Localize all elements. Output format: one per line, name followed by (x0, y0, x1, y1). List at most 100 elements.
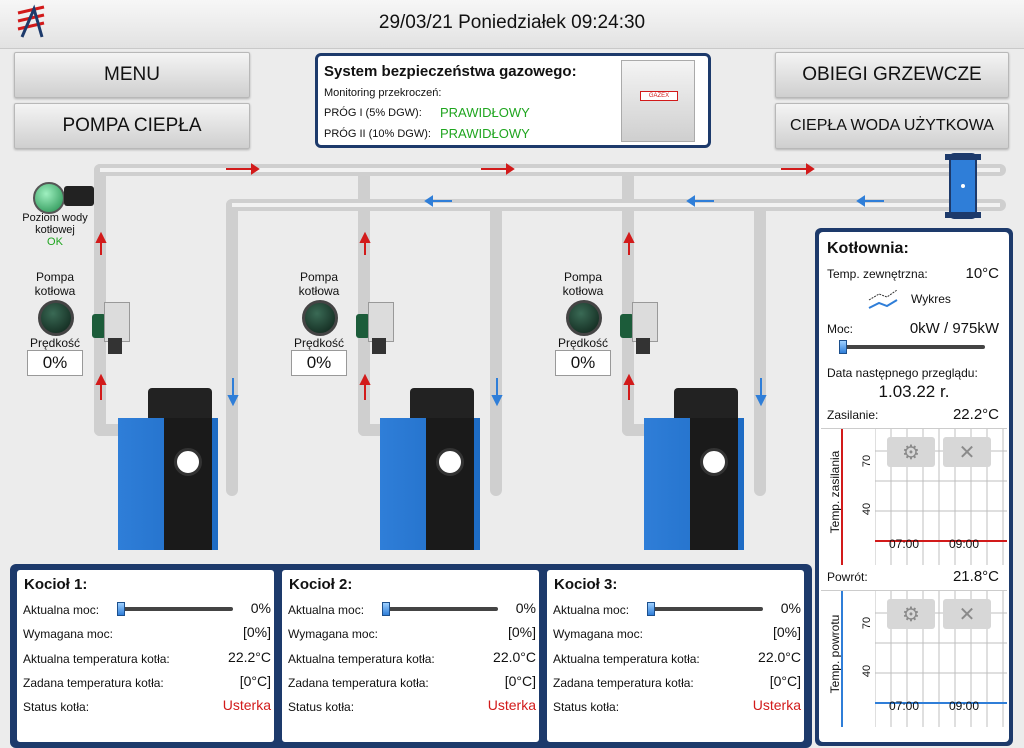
pump-1-circulator-icon (92, 298, 132, 356)
boiler-3-power-label: Aktualna moc: (553, 603, 630, 617)
water-level-label-line1: Poziom wody (22, 212, 88, 224)
threshold-2-label: PRÓG II (10% DGW): (324, 128, 431, 140)
service-date: 1.03.22 r. (878, 382, 950, 401)
menu-button[interactable]: MENU (14, 52, 250, 98)
hot-water-button[interactable]: CIEPŁA WODA UŻYTKOWA (775, 103, 1009, 149)
boiler-3-power-value: 0% (780, 600, 801, 616)
threshold-1-status: PRAWIDŁOWY (440, 105, 530, 120)
boiler-1-status-value[interactable]: Usterka (223, 697, 271, 713)
boiler-1-power-row: Aktualna moc: 0% (23, 600, 271, 620)
return-label: Powrót: (827, 570, 868, 584)
water-level-label-line2: kotłowej (35, 224, 75, 236)
boiler-2-temp-row: Aktualna temperatura kotła: 22.0°C (288, 649, 536, 669)
threshold-1-label: PRÓG I (5% DGW): (324, 107, 422, 119)
boiler-room-panel: Kotłownia: Temp. zewnętrzna: 10°C Wykres… (819, 232, 1009, 742)
boiler-2-power-slider-knob[interactable] (382, 602, 390, 616)
boiler-1-power-slider[interactable] (117, 602, 233, 616)
gas-safety-panel[interactable]: System bezpieczeństwa gazowego: Monitori… (315, 53, 711, 148)
boiler-2-required-label: Wymagana moc: (288, 627, 378, 641)
heat-pump-button[interactable]: POMPA CIEPŁA (14, 103, 250, 149)
boiler-2-status-value[interactable]: Usterka (488, 697, 536, 713)
boiler-3-power-row: Aktualna moc: 0% (553, 600, 801, 620)
boiler-3-title: Kocioł 3: (554, 576, 618, 593)
power-value: 0kW / 975kW (909, 320, 999, 337)
boiler-3-settemp-row: Zadana temperatura kotła: [0°C] (553, 673, 801, 693)
power-slider-knob[interactable] (839, 340, 847, 354)
gas-detector-device-image: GAZEX (621, 60, 695, 142)
boiler-1-power-label: Aktualna moc: (23, 603, 100, 617)
pump-2-status-icon[interactable] (302, 300, 338, 336)
boiler-2-status-row: Status kotła: Usterka (288, 697, 536, 717)
datetime-display: 29/03/21 Poniedziałek 09:24:30 (378, 12, 646, 33)
boiler-3-required-value: [0%] (772, 624, 801, 640)
supply-chart-ytick-70: 70 (861, 454, 874, 468)
monitoring-label: Monitoring przekroczeń: (324, 87, 442, 99)
pump-1-speed-label: Prędkość (29, 336, 81, 350)
pump-1-label-line1: Pompa (35, 270, 75, 284)
boiler-3-temp-row: Aktualna temperatura kotła: 22.0°C (553, 649, 801, 669)
return-chart[interactable]: Temp. powrotu 70 40 07:00 09:00 ⚙ ✕ (821, 590, 1007, 727)
water-level-indicator-icon (33, 182, 65, 214)
boiler-1-required-label: Wymagana moc: (23, 627, 113, 641)
boiler-3-required-label: Wymagana moc: (553, 627, 643, 641)
return-chart-settings-icon[interactable]: ⚙ (887, 599, 935, 629)
pump-3-status-icon[interactable] (566, 300, 602, 336)
supply-chart-xtick-0700: 07:00 (889, 537, 920, 551)
boiler-3-temp-value: 22.0°C (758, 649, 801, 665)
hydraulic-separator (950, 154, 976, 218)
pump-2-label: Pompa kotłowa (284, 270, 354, 298)
boiler-2-settemp-value: [0°C] (504, 673, 536, 689)
boiler-1-required-value: [0%] (242, 624, 271, 640)
water-level-label: Poziom wody kotłowej OK (20, 212, 90, 248)
pump-3-label-line1: Pompa (563, 270, 603, 284)
boiler-1-power-slider-knob[interactable] (117, 602, 125, 616)
supply-chart-zoom-icon[interactable]: ✕ (943, 437, 991, 467)
boiler-2-required-row: Wymagana moc: [0%] (288, 624, 536, 644)
boiler-1-unit[interactable] (118, 388, 218, 550)
boiler-3-required-row: Wymagana moc: [0%] (553, 624, 801, 644)
return-chart-zoom-icon[interactable]: ✕ (943, 599, 991, 629)
boiler-1-settemp-value: [0°C] (239, 673, 271, 689)
boiler-3-unit[interactable] (644, 388, 744, 550)
chart-link-label: Wykres (911, 292, 951, 306)
boiler-3-settemp-value: [0°C] (769, 673, 801, 689)
boiler-1-required-row: Wymagana moc: [0%] (23, 624, 271, 644)
boiler-2-unit[interactable] (380, 388, 480, 550)
supply-chart-ylabel: Temp. zasilania (828, 450, 842, 534)
service-label: Data następnego przeglądu: (827, 366, 978, 380)
pump-1-status-icon[interactable] (38, 300, 74, 336)
return-value: 21.8°C (952, 568, 999, 585)
boiler-2-panel: Kocioł 2: Aktualna moc: 0% Wymagana moc:… (279, 567, 542, 745)
trend-chart-icon (868, 289, 898, 309)
chart-link[interactable]: Wykres (867, 286, 979, 312)
boiler-3-power-slider[interactable] (647, 602, 763, 616)
threshold-2-status: PRAWIDŁOWY (440, 126, 530, 141)
water-level-status: OK (47, 236, 63, 248)
pump-3-label: Pompa kotłowa (548, 270, 618, 298)
supply-chart[interactable]: Temp. zasilania 70 40 07:00 09:00 ⚙ ✕ (821, 428, 1007, 565)
pump-3-label-line2: kotłowa (562, 284, 604, 298)
pump-2-label-line2: kotłowa (298, 284, 340, 298)
water-level-sensor (64, 186, 94, 206)
power-slider[interactable] (839, 340, 985, 354)
pump-2-speed-value: 0% (291, 350, 347, 376)
return-chart-ytick-70: 70 (861, 616, 874, 630)
boiler-2-temp-label: Aktualna temperatura kotła: (288, 652, 435, 666)
supply-chart-xtick-0900: 09:00 (949, 537, 980, 551)
boiler-1-temp-label: Aktualna temperatura kotła: (23, 652, 170, 666)
boiler-3-status-value[interactable]: Usterka (753, 697, 801, 713)
boiler-room-title: Kotłownia: (827, 240, 909, 257)
gas-safety-title: System bezpieczeństwa gazowego: (324, 63, 577, 80)
boiler-3-panel: Kocioł 3: Aktualna moc: 0% Wymagana moc:… (544, 567, 807, 745)
boiler-3-power-slider-knob[interactable] (647, 602, 655, 616)
boiler-3-settemp-label: Zadana temperatura kotła: (553, 676, 694, 690)
supply-chart-ytick-40: 40 (861, 502, 874, 516)
return-chart-axis (841, 591, 843, 727)
boiler-2-power-slider[interactable] (382, 602, 498, 616)
pump-1-label: Pompa kotłowa (20, 270, 90, 298)
supply-chart-settings-icon[interactable]: ⚙ (887, 437, 935, 467)
return-chart-xtick-0900: 09:00 (949, 699, 980, 713)
boiler-2-temp-value: 22.0°C (493, 649, 536, 665)
boiler-2-power-value: 0% (515, 600, 536, 616)
heating-circuits-button[interactable]: OBIEGI GRZEWCZE (775, 52, 1009, 98)
